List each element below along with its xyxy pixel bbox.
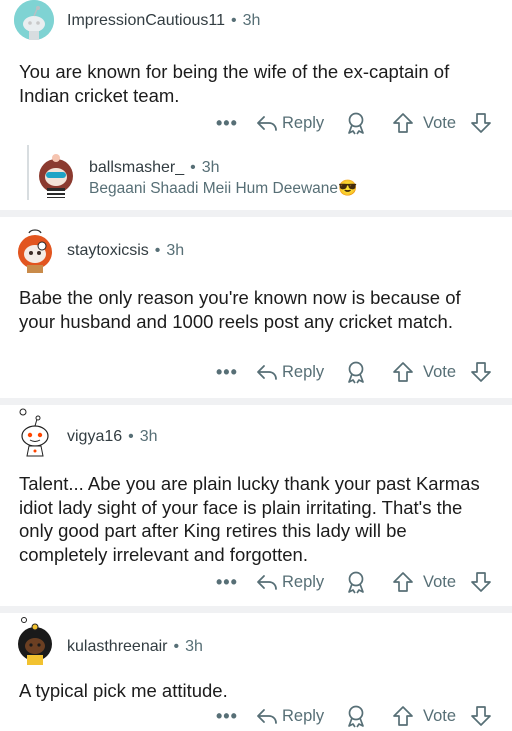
comment-text: You are known for being the wife of the … xyxy=(19,61,450,106)
comment-meta: vigya16 • 3h xyxy=(67,428,158,446)
reply-arrow-icon xyxy=(257,365,277,380)
comment-divider xyxy=(0,606,512,613)
upvote-button[interactable] xyxy=(392,568,414,596)
more-options-button[interactable]: ••• xyxy=(216,109,238,137)
upvote-arrow-icon xyxy=(393,706,413,726)
timestamp: 3h xyxy=(242,12,261,29)
thread-line xyxy=(27,145,29,200)
reply-label: Reply xyxy=(282,362,325,381)
award-icon xyxy=(348,361,364,384)
snoo-avatar-icon xyxy=(14,0,54,40)
username[interactable]: staytoxicsis xyxy=(67,242,149,259)
avatar[interactable] xyxy=(15,227,55,273)
username[interactable]: vigya16 xyxy=(67,428,122,445)
award-button[interactable] xyxy=(344,568,370,596)
downvote-arrow-icon xyxy=(471,706,491,726)
username[interactable]: ImpressionCautious11 xyxy=(67,12,225,29)
downvote-arrow-icon xyxy=(471,572,491,592)
reply-preview-text[interactable]: Begaani Shaadi Meii Hum Deewane😎 xyxy=(89,179,357,198)
award-icon xyxy=(348,112,364,135)
reply-arrow-icon xyxy=(257,116,277,131)
meta-separator: • xyxy=(173,638,180,655)
snoo-avatar-icon xyxy=(39,154,73,198)
meta-separator: • xyxy=(154,242,161,259)
upvote-arrow-icon xyxy=(393,572,413,592)
timestamp: 3h xyxy=(185,638,203,655)
downvote-button[interactable] xyxy=(470,358,492,386)
comment-actions: ••• Reply Vote xyxy=(0,358,512,386)
comment-actions: ••• Reply Vote xyxy=(0,568,512,596)
reply-button[interactable]: Reply xyxy=(256,568,324,596)
award-button[interactable] xyxy=(344,109,370,137)
vote-count: Vote xyxy=(423,362,457,381)
reply-button[interactable]: Reply xyxy=(256,109,324,137)
more-options-button[interactable]: ••• xyxy=(216,702,238,730)
comment-actions: ••• Reply Vote xyxy=(0,109,512,137)
upvote-button[interactable] xyxy=(392,702,414,730)
comment-text: Talent... Abe you are plain lucky thank … xyxy=(19,473,480,565)
award-button[interactable] xyxy=(344,358,370,386)
downvote-arrow-icon xyxy=(471,113,491,133)
meta-separator: • xyxy=(128,428,134,445)
comment-divider xyxy=(0,210,512,217)
downvote-button[interactable] xyxy=(470,702,492,730)
reply-button[interactable]: Reply xyxy=(256,358,324,386)
award-icon xyxy=(348,571,364,594)
snoo-avatar-icon xyxy=(19,408,49,457)
comment-actions: ••• Reply Vote xyxy=(0,702,512,730)
comment-meta: kulasthreenair • 3h xyxy=(67,638,203,656)
comment-meta: ImpressionCautious11 • 3h xyxy=(67,12,260,30)
avatar[interactable] xyxy=(14,0,54,40)
vote-count: Vote xyxy=(423,572,457,591)
avatar[interactable] xyxy=(15,615,55,667)
reply-label: Reply xyxy=(282,706,325,725)
reply-label: Reply xyxy=(282,113,325,132)
comment-divider xyxy=(0,398,512,405)
timestamp: 3h xyxy=(139,428,158,445)
reply-arrow-icon xyxy=(257,575,277,590)
upvote-arrow-icon xyxy=(393,113,413,133)
snoo-avatar-icon xyxy=(18,229,52,273)
comment-meta: ballsmasher_ • 3h xyxy=(89,159,220,177)
comment-meta: staytoxicsis • 3h xyxy=(67,242,184,260)
snoo-avatar-icon xyxy=(18,617,52,665)
timestamp: 3h xyxy=(201,159,220,176)
comment-text: Babe the only reason you're known now is… xyxy=(19,287,461,332)
username[interactable]: ballsmasher_ xyxy=(89,159,184,176)
upvote-button[interactable] xyxy=(392,358,414,386)
vote-count: Vote xyxy=(423,706,457,725)
upvote-arrow-icon xyxy=(393,362,413,382)
reply-button[interactable]: Reply xyxy=(256,702,324,730)
award-button[interactable] xyxy=(344,702,370,730)
username[interactable]: kulasthreenair xyxy=(67,638,168,655)
upvote-button[interactable] xyxy=(392,109,414,137)
downvote-button[interactable] xyxy=(470,568,492,596)
avatar[interactable] xyxy=(36,152,76,200)
downvote-arrow-icon xyxy=(471,362,491,382)
timestamp: 3h xyxy=(166,242,185,259)
reply-label: Reply xyxy=(282,572,325,591)
avatar[interactable] xyxy=(15,408,55,458)
vote-count: Vote xyxy=(423,113,457,132)
reply-arrow-icon xyxy=(257,709,277,724)
meta-separator: • xyxy=(190,159,196,176)
meta-separator: • xyxy=(231,12,237,29)
award-icon xyxy=(348,705,364,728)
downvote-button[interactable] xyxy=(470,109,492,137)
comment-text: A typical pick me attitude. xyxy=(19,680,228,701)
more-options-button[interactable]: ••• xyxy=(216,568,238,596)
more-options-button[interactable]: ••• xyxy=(216,358,238,386)
